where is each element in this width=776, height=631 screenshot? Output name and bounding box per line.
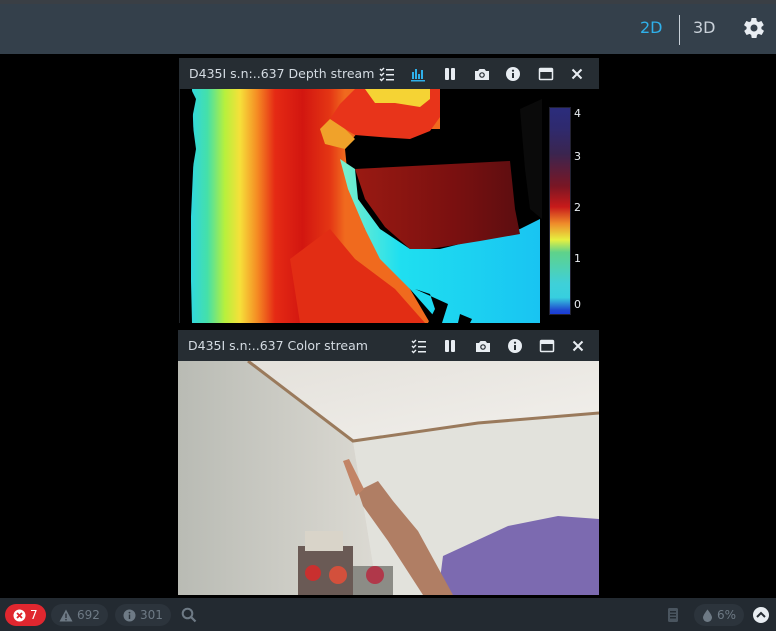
depth-stream-panel: D435I s.n:..637 Depth stream 4 3 2 1 0 — [179, 58, 599, 323]
depth-panel-title: D435I s.n:..637 Depth stream — [189, 66, 375, 81]
color-panel-header: D435I s.n:..637 Color stream — [178, 330, 599, 361]
depth-colormap — [180, 89, 599, 323]
error-count-badge[interactable]: 7 — [5, 604, 46, 626]
view-2d-button[interactable]: 2D — [640, 18, 663, 37]
colorbar-gradient — [549, 107, 571, 315]
cpu-usage-badge: 6% — [694, 604, 745, 626]
close-icon[interactable] — [570, 338, 586, 354]
pause-icon[interactable] — [442, 338, 458, 354]
view-separator — [679, 15, 680, 45]
search-icon[interactable] — [181, 607, 197, 623]
color-photo — [178, 361, 599, 595]
checklist-icon[interactable] — [411, 338, 427, 354]
colorbar-label: 2 — [574, 201, 581, 214]
camera-icon[interactable] — [474, 66, 490, 82]
pause-icon[interactable] — [442, 66, 458, 82]
histogram-icon[interactable] — [410, 66, 426, 82]
error-count: 7 — [30, 608, 38, 622]
view-3d-button[interactable]: 3D — [693, 18, 716, 37]
depth-panel-header: D435I s.n:..637 Depth stream — [179, 58, 599, 89]
droplet-icon — [703, 609, 712, 622]
memory-icon — [668, 608, 678, 622]
cpu-usage: 6% — [717, 608, 737, 622]
chevron-up-icon[interactable] — [752, 606, 770, 624]
info-icon — [123, 609, 136, 621]
color-panel-title: D435I s.n:..637 Color stream — [188, 338, 368, 353]
info-count-badge[interactable]: 301 — [115, 604, 171, 626]
close-icon[interactable] — [569, 66, 585, 82]
info-icon[interactable] — [507, 338, 523, 354]
colorbar-label: 4 — [574, 107, 581, 120]
colorbar-label: 1 — [574, 252, 581, 265]
checklist-icon[interactable] — [379, 66, 395, 82]
info-icon[interactable] — [505, 66, 521, 82]
gear-icon[interactable] — [742, 16, 766, 40]
depth-colorbar: 4 3 2 1 0 — [549, 107, 589, 315]
top-bar: 2D 3D — [0, 4, 776, 54]
maximize-icon[interactable] — [539, 338, 555, 354]
info-count: 301 — [140, 608, 163, 622]
error-icon — [13, 609, 26, 621]
colorbar-label: 0 — [574, 298, 581, 311]
warning-icon — [59, 609, 73, 621]
warning-count: 692 — [77, 608, 100, 622]
status-bar: 7 692 301 6% — [0, 598, 776, 631]
color-image[interactable] — [178, 361, 599, 595]
warning-count-badge[interactable]: 692 — [51, 604, 108, 626]
maximize-icon[interactable] — [538, 66, 554, 82]
color-stream-panel: D435I s.n:..637 Color stream — [178, 330, 599, 595]
colorbar-label: 3 — [574, 150, 581, 163]
depth-image[interactable]: 4 3 2 1 0 — [180, 89, 599, 323]
camera-icon[interactable] — [475, 338, 491, 354]
